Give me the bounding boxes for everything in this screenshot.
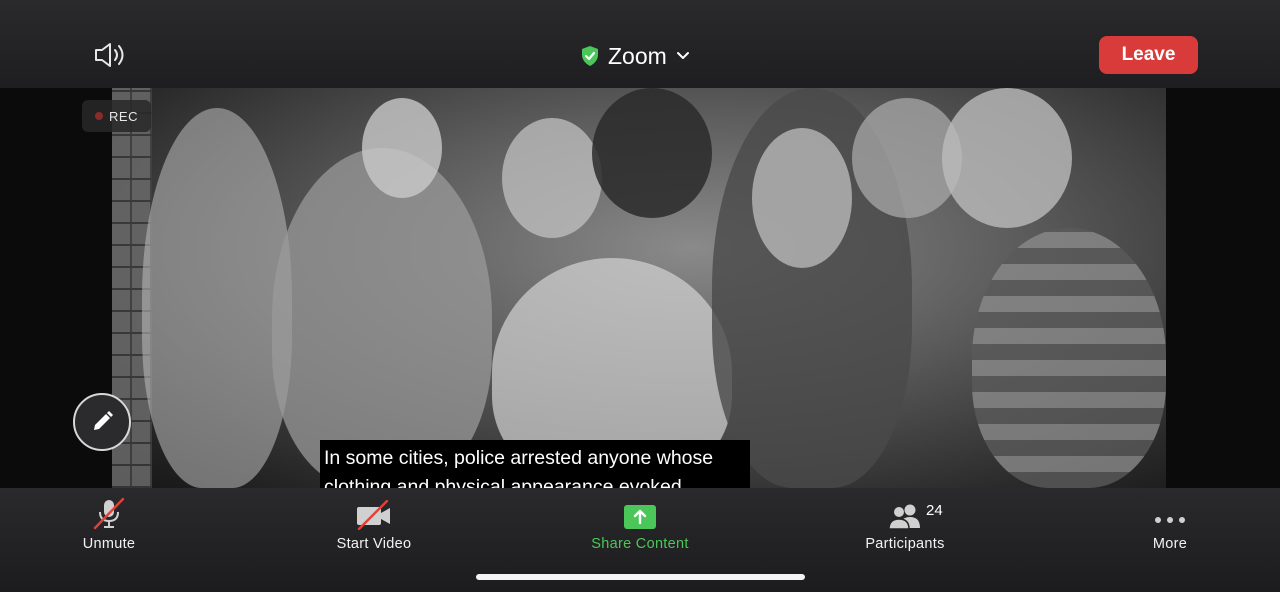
meeting-title: Zoom <box>608 42 667 69</box>
leave-button[interactable]: Leave <box>1099 36 1198 74</box>
share-up-arrow-icon <box>624 505 656 529</box>
photo-figure <box>972 228 1166 488</box>
closed-caption: In some cities, police arrested anyone w… <box>320 440 750 488</box>
shield-check-icon <box>582 46 598 66</box>
home-indicator[interactable] <box>476 574 805 580</box>
start-video-button[interactable]: Start Video <box>328 488 420 568</box>
more-label: More <box>1152 536 1188 552</box>
shared-video: In some cities, police arrested anyone w… <box>0 88 1280 488</box>
meeting-title-menu[interactable]: Zoom <box>580 38 691 74</box>
photo-figure <box>142 108 292 488</box>
pencil-icon <box>94 411 113 430</box>
share-content-button[interactable]: Share Content <box>584 488 696 568</box>
share-content-label: Share Content <box>591 536 689 552</box>
recording-dot-icon <box>95 112 104 120</box>
caption-line-2: clothing and physical appearance evoked <box>324 476 682 488</box>
speaker-icon <box>95 43 124 67</box>
more-dots-icon <box>1155 517 1185 523</box>
photo-figure <box>272 148 492 488</box>
recording-badge: REC <box>82 100 151 132</box>
caption-line-1: In some cities, police arrested anyone w… <box>324 447 714 469</box>
photo-figure <box>942 88 1072 228</box>
photo-figure <box>592 88 712 218</box>
people-icon <box>888 504 920 530</box>
chevron-down-icon <box>676 52 689 59</box>
participants-count: 24 <box>926 502 943 519</box>
top-bar: Zoom Leave <box>0 0 1280 88</box>
video-frame <box>112 88 1166 488</box>
start-video-label: Start Video <box>336 536 412 552</box>
participants-label: Participants <box>865 536 945 552</box>
annotate-button[interactable] <box>73 393 131 451</box>
mic-muted-icon <box>93 497 125 530</box>
recording-label: REC <box>109 108 138 124</box>
more-button[interactable]: More <box>1140 488 1200 568</box>
photo-figure <box>752 128 852 268</box>
photo-figure <box>502 118 602 238</box>
unmute-label: Unmute <box>82 536 136 552</box>
camera-off-icon <box>357 500 390 530</box>
photo-figure <box>362 98 442 198</box>
participants-button[interactable]: Participants <box>858 488 952 568</box>
speaker-button[interactable] <box>92 40 128 70</box>
unmute-button[interactable]: Unmute <box>74 488 144 568</box>
